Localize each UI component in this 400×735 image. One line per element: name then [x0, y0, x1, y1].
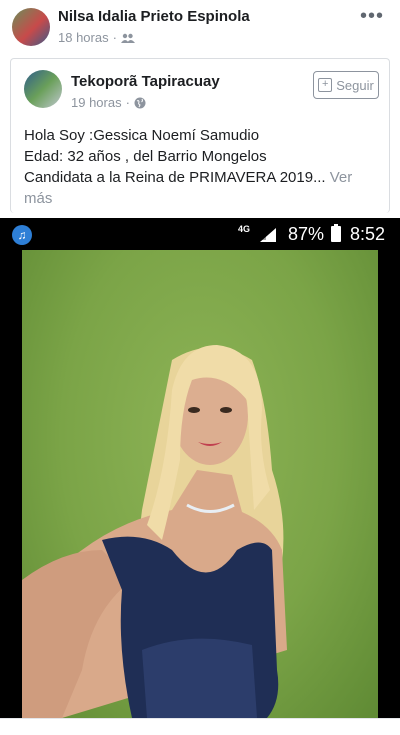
post-text-line: Candidata a la Reina de PRIMAVERA 2019..… [24, 167, 384, 188]
shared-post-meta: 19 horas · [71, 95, 146, 110]
page-name[interactable]: Tekoporã Tapiracuay [71, 73, 220, 90]
battery-icon [331, 224, 341, 242]
plus-icon: + [318, 78, 333, 92]
portrait-photo [22, 250, 378, 718]
post-text-line: Edad: 32 años , del Barrio Mongelos [24, 148, 267, 165]
post-footer-strip [0, 718, 400, 735]
shared-post-time[interactable]: 19 horas [71, 95, 122, 110]
post-text-line: Hola Soy :Gessica Noemí Samudio [24, 127, 260, 144]
author-avatar[interactable] [12, 8, 50, 46]
friends-icon [120, 33, 135, 43]
author-name[interactable]: Nilsa Idalia Prieto Espinola [58, 8, 250, 25]
music-icon: ♫ [12, 225, 32, 245]
battery-percent: 87% [288, 224, 325, 244]
globe-icon [134, 97, 146, 108]
post-meta: 18 horas · [58, 30, 135, 45]
see-more-link-continued[interactable]: más [24, 190, 52, 207]
follow-button[interactable]: + Seguir [313, 71, 379, 99]
see-more-link[interactable]: Ver [330, 169, 353, 186]
separator-dot: · [112, 30, 117, 45]
portrait-illustration [22, 345, 287, 718]
network-type: 4G [238, 224, 251, 234]
see-more-line: más [24, 188, 384, 209]
separator-dot: · [125, 95, 130, 110]
more-options-icon[interactable]: ••• [360, 6, 384, 26]
post-header: Nilsa Idalia Prieto Espinola 18 horas · … [0, 0, 400, 52]
post-text-line-content: Candidata a la Reina de PRIMAVERA 2019..… [24, 169, 326, 186]
post-time[interactable]: 18 horas [58, 30, 109, 45]
shared-post-card[interactable]: Tekoporã Tapiracuay 19 horas · + Seguir … [10, 58, 390, 213]
post-text: Hola Soy :Gessica Noemí Samudio Edad: 32… [24, 125, 384, 209]
follow-label: Seguir [336, 77, 374, 93]
status-clock: 8:52 [350, 224, 386, 244]
page-avatar[interactable] [24, 70, 62, 108]
post-photo[interactable]: ♫ 4G 87% 8:52 [0, 218, 400, 718]
signal-icon [260, 228, 276, 242]
phone-status-bar: ♫ 4G 87% 8:52 [0, 218, 400, 250]
